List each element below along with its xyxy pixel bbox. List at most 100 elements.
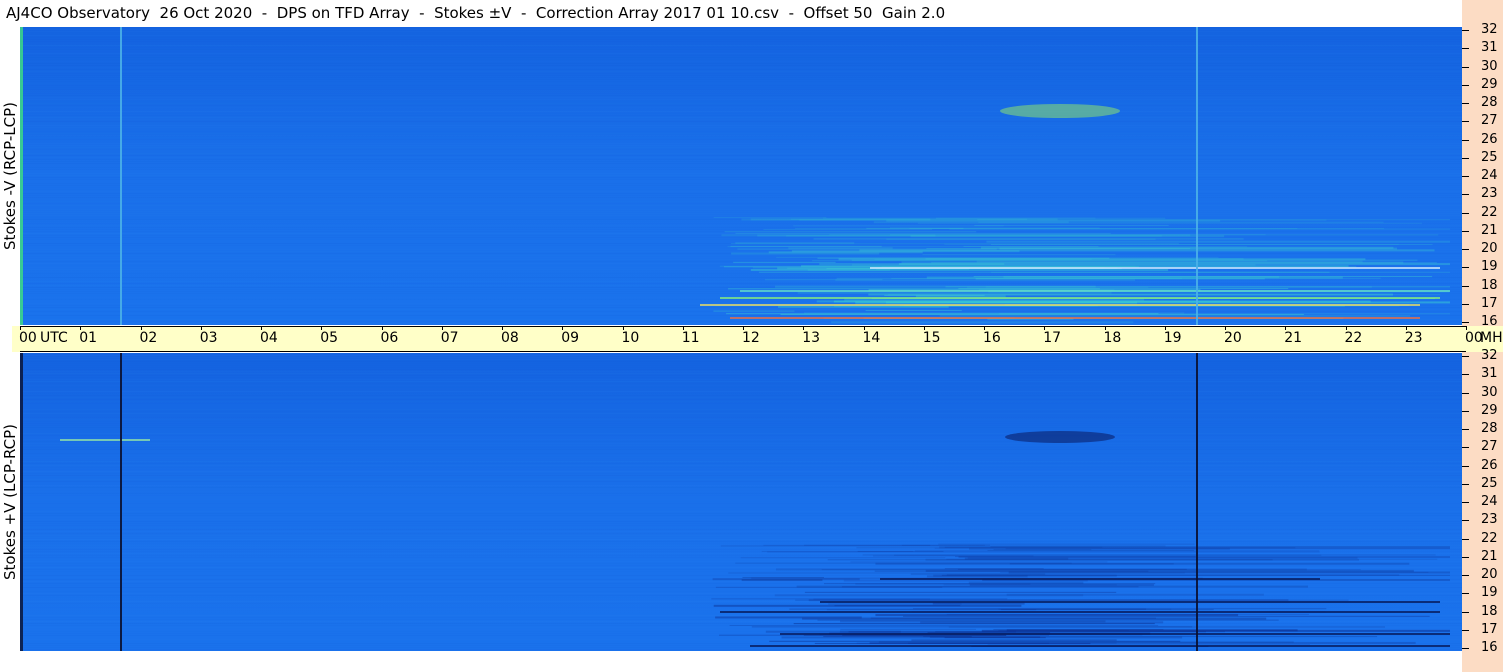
freq-tick-mark: [1462, 66, 1469, 68]
noise-band: [20, 145, 1462, 146]
noise-band: [20, 99, 1462, 100]
burst-streak: [874, 570, 1149, 572]
freq-tick-label: 18: [1481, 277, 1498, 293]
freq-tick-mark: [1462, 392, 1469, 394]
burst-streak: [955, 556, 1196, 558]
freq-tick-label: 31: [1481, 40, 1498, 56]
time-tick-label: 07: [440, 330, 459, 346]
bright-streak: [700, 304, 1420, 306]
freq-tick-mark: [1462, 285, 1469, 287]
burst-streak: [826, 609, 1037, 611]
noise-band: [20, 359, 1462, 360]
noise-band: [20, 257, 1462, 258]
time-tick-label: 08: [501, 330, 519, 346]
freq-tick-mark: [1462, 139, 1469, 141]
freq-tick-label: 22: [1481, 204, 1498, 220]
burst-streak: [801, 265, 1349, 268]
noise-band: [20, 623, 1462, 624]
burst-streak: [759, 271, 1330, 273]
noise-band: [20, 381, 1462, 382]
bright-streak: [720, 297, 1440, 299]
noise-band: [20, 481, 1462, 482]
noise-band: [20, 507, 1462, 508]
noise-band: [20, 83, 1462, 84]
noise-band: [20, 445, 1462, 446]
noise-band: [20, 159, 1462, 160]
dark-streak: [720, 611, 1440, 613]
burst-streak: [715, 616, 862, 619]
freq-tick-mark: [1462, 157, 1469, 159]
noise-band: [20, 511, 1462, 512]
noise-band: [20, 375, 1462, 376]
noise-band: [20, 455, 1462, 456]
burst-streak: [910, 573, 1046, 575]
noise-band: [20, 27, 1462, 28]
freq-tick-mark: [1462, 30, 1469, 31]
noise-band: [20, 283, 1462, 284]
ylabel-bottom-text: Stokes +V (LCP-RCP): [1, 424, 19, 580]
burst-streak: [735, 562, 1072, 564]
spectrogram-top-svg: [20, 27, 1462, 325]
freq-tick-mark: [1462, 322, 1469, 323]
freq-tick-label: 20: [1481, 241, 1498, 256]
noise-band: [20, 71, 1462, 72]
noise-band: [20, 401, 1462, 402]
burst-streak: [925, 558, 1359, 561]
burst-streak: [868, 293, 1393, 296]
noise-band: [20, 387, 1462, 388]
burst-streak: [856, 642, 1117, 644]
burst-patch: [1005, 431, 1115, 443]
utc-label: UTC: [40, 330, 68, 346]
noise-band: [20, 89, 1462, 90]
noise-band: [20, 541, 1462, 542]
burst-streak: [878, 641, 1294, 643]
noise-band: [20, 519, 1462, 520]
burst-streak: [793, 623, 1155, 625]
noise-band: [20, 205, 1462, 206]
noise-band: [20, 529, 1462, 530]
freq-tick-label: 25: [1481, 149, 1498, 165]
noise-band: [20, 647, 1462, 648]
spectrogram-top: [20, 27, 1462, 325]
noise-band: [20, 33, 1462, 34]
noise-band: [20, 63, 1462, 64]
noise-band: [20, 141, 1462, 142]
freq-tick-mark: [1462, 410, 1469, 412]
noise-band: [20, 269, 1462, 270]
noise-band: [20, 75, 1462, 76]
noise-band: [20, 543, 1462, 544]
noise-band: [20, 47, 1462, 48]
freq-tick-mark: [1462, 465, 1469, 467]
vertical-line: [120, 353, 122, 651]
noise-band: [20, 61, 1462, 62]
noise-band: [20, 201, 1462, 202]
noise-band: [20, 187, 1462, 188]
noise-band: [20, 181, 1462, 182]
time-tick-label: 10: [621, 330, 640, 346]
noise-band: [20, 503, 1462, 504]
burst-streak: [938, 543, 1195, 545]
burst-streak: [865, 309, 962, 311]
noise-band: [20, 87, 1462, 88]
noise-band: [20, 53, 1462, 54]
burst-streak: [803, 312, 1185, 314]
time-tick-label: 00: [19, 330, 37, 346]
freq-tick-label: 25: [1481, 475, 1498, 491]
burst-streak: [840, 620, 1106, 623]
noise-band: [20, 423, 1462, 424]
noise-band: [20, 371, 1462, 372]
burst-streak: [740, 557, 946, 559]
noise-band: [20, 151, 1462, 152]
dark-streak: [820, 601, 1440, 603]
freq-tick-mark: [1462, 611, 1469, 613]
time-tick-label: 19: [1163, 330, 1182, 346]
noise-band: [20, 485, 1462, 486]
freq-tick-mark: [1462, 502, 1469, 503]
noise-band: [20, 597, 1462, 598]
noise-band: [20, 41, 1462, 42]
noise-band: [20, 409, 1462, 410]
freq-tick-label: 20: [1481, 567, 1498, 582]
burst-streak: [765, 279, 883, 281]
noise-band: [20, 51, 1462, 52]
noise-band: [20, 65, 1462, 66]
